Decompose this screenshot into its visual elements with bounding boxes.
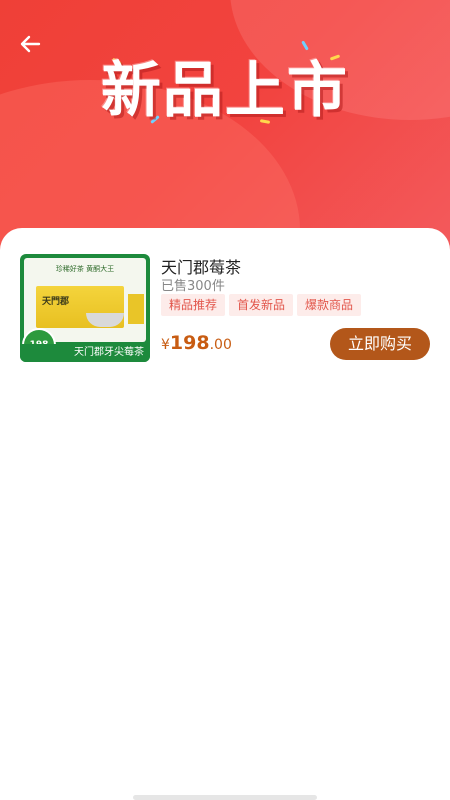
currency-symbol: ¥: [161, 337, 170, 353]
sold-count: 已售300件: [161, 279, 225, 294]
tag-item: 爆款商品: [297, 294, 362, 316]
tag-item: 首发新品: [229, 294, 294, 316]
thumbnail-caption: 天门郡牙尖莓茶: [20, 344, 150, 362]
product-card[interactable]: 珍稀好茶 黄酮大王 天門郡 198 天门郡牙尖莓茶 天门郡莓茶 已售300件 精…: [20, 254, 430, 362]
home-indicator: [133, 795, 317, 800]
content-sheet: 珍稀好茶 黄酮大王 天門郡 198 天门郡牙尖莓茶 天门郡莓茶 已售300件 精…: [0, 228, 450, 800]
product-info: 天门郡莓茶 已售300件 精品推荐 首发新品 爆款商品 ¥198.00 立即购买: [161, 254, 430, 362]
banner-title: 新品上市: [101, 56, 349, 126]
buy-now-button[interactable]: 立即购买: [330, 328, 430, 360]
header-banner: 新品上市: [0, 0, 450, 250]
tea-small-box-image: [128, 294, 144, 324]
tea-box-label: 天門郡: [42, 297, 70, 307]
price-integer: 198: [169, 332, 210, 354]
thumbnail-slogan: 珍稀好茶 黄酮大王: [55, 265, 115, 273]
tag-item: 精品推荐: [161, 294, 226, 316]
tag-list: 精品推荐 首发新品 爆款商品: [161, 294, 362, 316]
price-decimal: .00: [209, 337, 232, 353]
product-price: ¥198.00: [161, 332, 232, 354]
product-thumbnail[interactable]: 珍稀好茶 黄酮大王 天門郡 198 天门郡牙尖莓茶: [20, 254, 150, 362]
